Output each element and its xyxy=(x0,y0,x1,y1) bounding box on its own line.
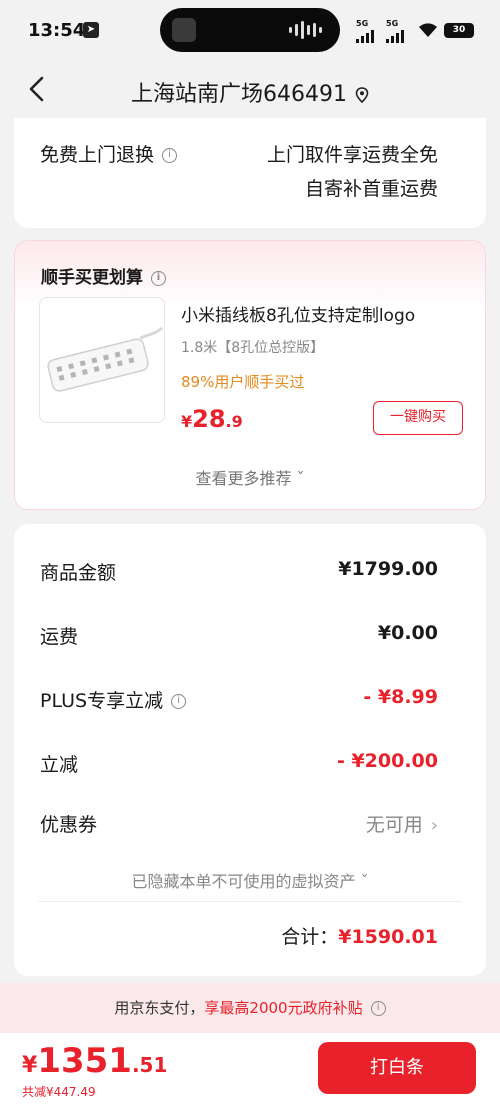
status-bar: 13:54 ➤ 5G 5G 30 xyxy=(0,0,500,62)
price-decimal: .51 xyxy=(131,1053,168,1077)
dynamic-island xyxy=(160,8,340,52)
price-symbol: ¥ xyxy=(22,1053,38,1078)
summary-key: 优惠券 xyxy=(40,814,98,836)
recommend-card: 顺手买更划算 i 小米插线板8孔位支持定制logo 1.8米【8孔位总控版】 89… xyxy=(14,240,486,510)
audio-wave-icon xyxy=(289,21,322,39)
nav-bar: 上海站南广场646491 xyxy=(0,62,500,118)
address-text: 上海站南广场646491 xyxy=(131,82,347,107)
subsidy-highlight: 享最高2000元政府补贴 xyxy=(204,999,363,1017)
price-summary-card: 商品金额 ¥1799.00 运费 ¥0.00 PLUS专享立减 i - ¥8.99… xyxy=(14,524,486,976)
total-amount: ¥1590.01 xyxy=(338,926,438,948)
recommend-header-text: 顺手买更划算 xyxy=(41,268,143,288)
info-icon[interactable]: i xyxy=(370,1001,386,1016)
one-click-buy-button[interactable]: 一键购买 xyxy=(373,401,463,435)
summary-row-plus-discount: PLUS专享立减 i - ¥8.99 xyxy=(40,686,438,716)
notification-app-icon: ➤ xyxy=(83,22,99,38)
wifi-icon xyxy=(419,23,437,37)
hidden-assets-toggle[interactable]: 已隐藏本单不可使用的虚拟资产 ˇ xyxy=(14,868,486,892)
pay-baitiao-button[interactable]: 打白条 xyxy=(318,1042,476,1094)
return-service-card: 免费上门退换 i 上门取件享运费全免 自寄补首重运费 xyxy=(14,118,486,228)
return-service-line1: 上门取件享运费全免 xyxy=(266,144,438,166)
price-integer: 1351 xyxy=(37,1041,132,1081)
info-icon[interactable]: i xyxy=(162,148,178,163)
summary-value: 无可用 › xyxy=(366,810,438,837)
summary-key-text: PLUS专享立减 xyxy=(40,690,164,712)
price-integer: 28 xyxy=(192,405,226,433)
summary-value: - ¥200.00 xyxy=(336,750,438,772)
return-service-label: 免费上门退换 i xyxy=(40,140,178,167)
price-decimal: .9 xyxy=(225,412,243,431)
summary-value: ¥1799.00 xyxy=(338,558,438,580)
summary-row-shipping: 运费 ¥0.00 xyxy=(40,622,438,652)
signal-5g-2-icon: 5G xyxy=(386,19,404,43)
summary-row-goods: 商品金额 ¥1799.00 xyxy=(40,558,438,588)
summary-value: ¥0.00 xyxy=(377,622,438,644)
summary-key: 立减 xyxy=(40,754,79,776)
return-service-line2: 自寄补首重运费 xyxy=(304,178,438,200)
address-title[interactable]: 上海站南广场646491 xyxy=(0,76,500,108)
summary-row-instant-discount: 立减 - ¥200.00 xyxy=(40,750,438,780)
divider xyxy=(38,901,462,902)
summary-key: PLUS专享立减 i xyxy=(40,686,187,713)
product-name[interactable]: 小米插线板8孔位支持定制logo xyxy=(181,301,415,326)
coupon-status: 无可用 xyxy=(365,814,423,836)
checkout-bar: ¥1351.51 共减¥447.49 打白条 xyxy=(0,1033,500,1111)
info-icon[interactable]: i xyxy=(171,694,187,709)
signal-5g-1-icon: 5G xyxy=(356,19,374,43)
power-strip-image xyxy=(47,326,164,392)
media-thumbnail xyxy=(172,18,196,42)
total-saved: 共减¥447.49 xyxy=(22,1085,96,1099)
more-recommendations-link[interactable]: 查看更多推荐 ˇ xyxy=(15,465,485,489)
subsidy-banner[interactable]: 用京东支付，享最高2000元政府补贴 i xyxy=(0,983,500,1033)
summary-row-coupon[interactable]: 优惠券 无可用 › xyxy=(40,810,438,840)
subsidy-prefix: 用京东支付， xyxy=(114,999,205,1017)
summary-value: - ¥8.99 xyxy=(363,686,438,708)
summary-key: 商品金额 xyxy=(40,562,117,584)
info-icon[interactable]: i xyxy=(151,270,166,286)
order-total: 合计：¥1590.01 xyxy=(281,922,438,949)
recommend-header: 顺手买更划算 i xyxy=(41,263,166,288)
battery-icon: 30 xyxy=(444,23,474,38)
bought-hint: 89%用户顺手买过 xyxy=(181,373,305,391)
clock: 13:54 xyxy=(28,20,86,41)
product-price: ¥28.9 xyxy=(181,405,243,433)
network-type-1: 5G xyxy=(356,19,369,28)
back-arrow-icon[interactable] xyxy=(24,74,54,104)
payable-price: ¥1351.51 xyxy=(22,1041,167,1081)
battery-level: 30 xyxy=(452,25,466,35)
total-label: 合计： xyxy=(281,926,339,948)
network-type-2: 5G xyxy=(386,19,399,28)
return-service-label-text: 免费上门退换 xyxy=(40,144,155,166)
product-spec: 1.8米【8孔位总控版】 xyxy=(181,340,325,356)
price-symbol: ¥ xyxy=(181,412,193,431)
product-image[interactable] xyxy=(39,297,165,423)
chevron-right-icon: › xyxy=(430,815,438,836)
summary-key: 运费 xyxy=(40,626,79,648)
location-pin-icon xyxy=(355,87,369,103)
